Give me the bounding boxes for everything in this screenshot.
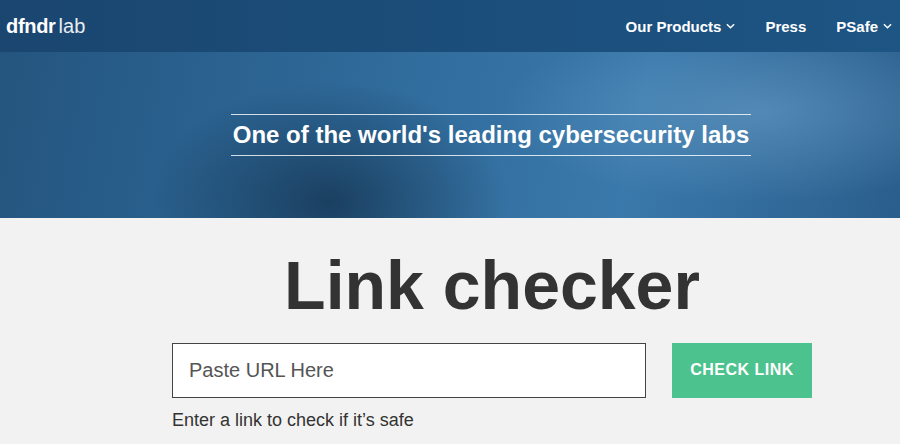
top-bar: dfndrlab Our Products Press PSafe — [0, 0, 900, 52]
logo[interactable]: dfndrlab — [6, 15, 85, 38]
main-nav: Our Products Press PSafe — [626, 18, 892, 35]
logo-suffix: lab — [59, 15, 86, 38]
page: dfndrlab Our Products Press PSafe One of the… — [0, 0, 900, 444]
nav-item[interactable]: PSafe — [836, 18, 892, 35]
checker-hint: Enter a link to check if it’s safe — [172, 410, 812, 431]
link-checker: Link checker CHECK LINK Enter a link to ch… — [0, 218, 900, 444]
nav-item[interactable]: Our Products — [626, 18, 736, 35]
hero-banner: One of the world's leading cybersecurity… — [0, 52, 900, 218]
chevron-down-icon — [883, 23, 892, 29]
url-input[interactable] — [172, 343, 646, 398]
checker-title: Link checker — [172, 248, 812, 323]
chevron-down-icon — [726, 23, 735, 29]
nav-item[interactable]: Press — [765, 18, 806, 35]
checker-form: CHECK LINK — [172, 343, 812, 398]
hero-tagline: One of the world's leading cybersecurity… — [231, 114, 752, 156]
logo-brand: dfndr — [6, 15, 56, 38]
check-link-button[interactable]: CHECK LINK — [672, 343, 812, 398]
